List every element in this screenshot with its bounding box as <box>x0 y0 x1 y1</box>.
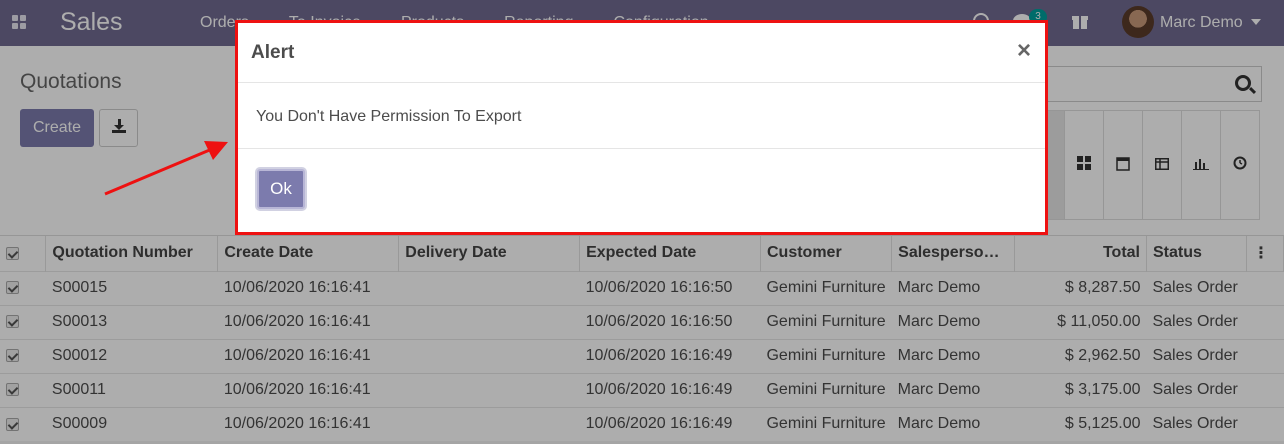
dialog-header: Alert × <box>238 23 1045 83</box>
dialog-body: You Don't Have Permission To Export <box>238 83 1045 149</box>
close-icon[interactable]: × <box>1017 37 1031 65</box>
dialog-title: Alert <box>251 42 295 63</box>
dialog-message: You Don't Have Permission To Export <box>256 108 522 125</box>
ok-button[interactable]: Ok <box>257 169 305 209</box>
alert-dialog: Alert × You Don't Have Permission To Exp… <box>235 20 1048 235</box>
